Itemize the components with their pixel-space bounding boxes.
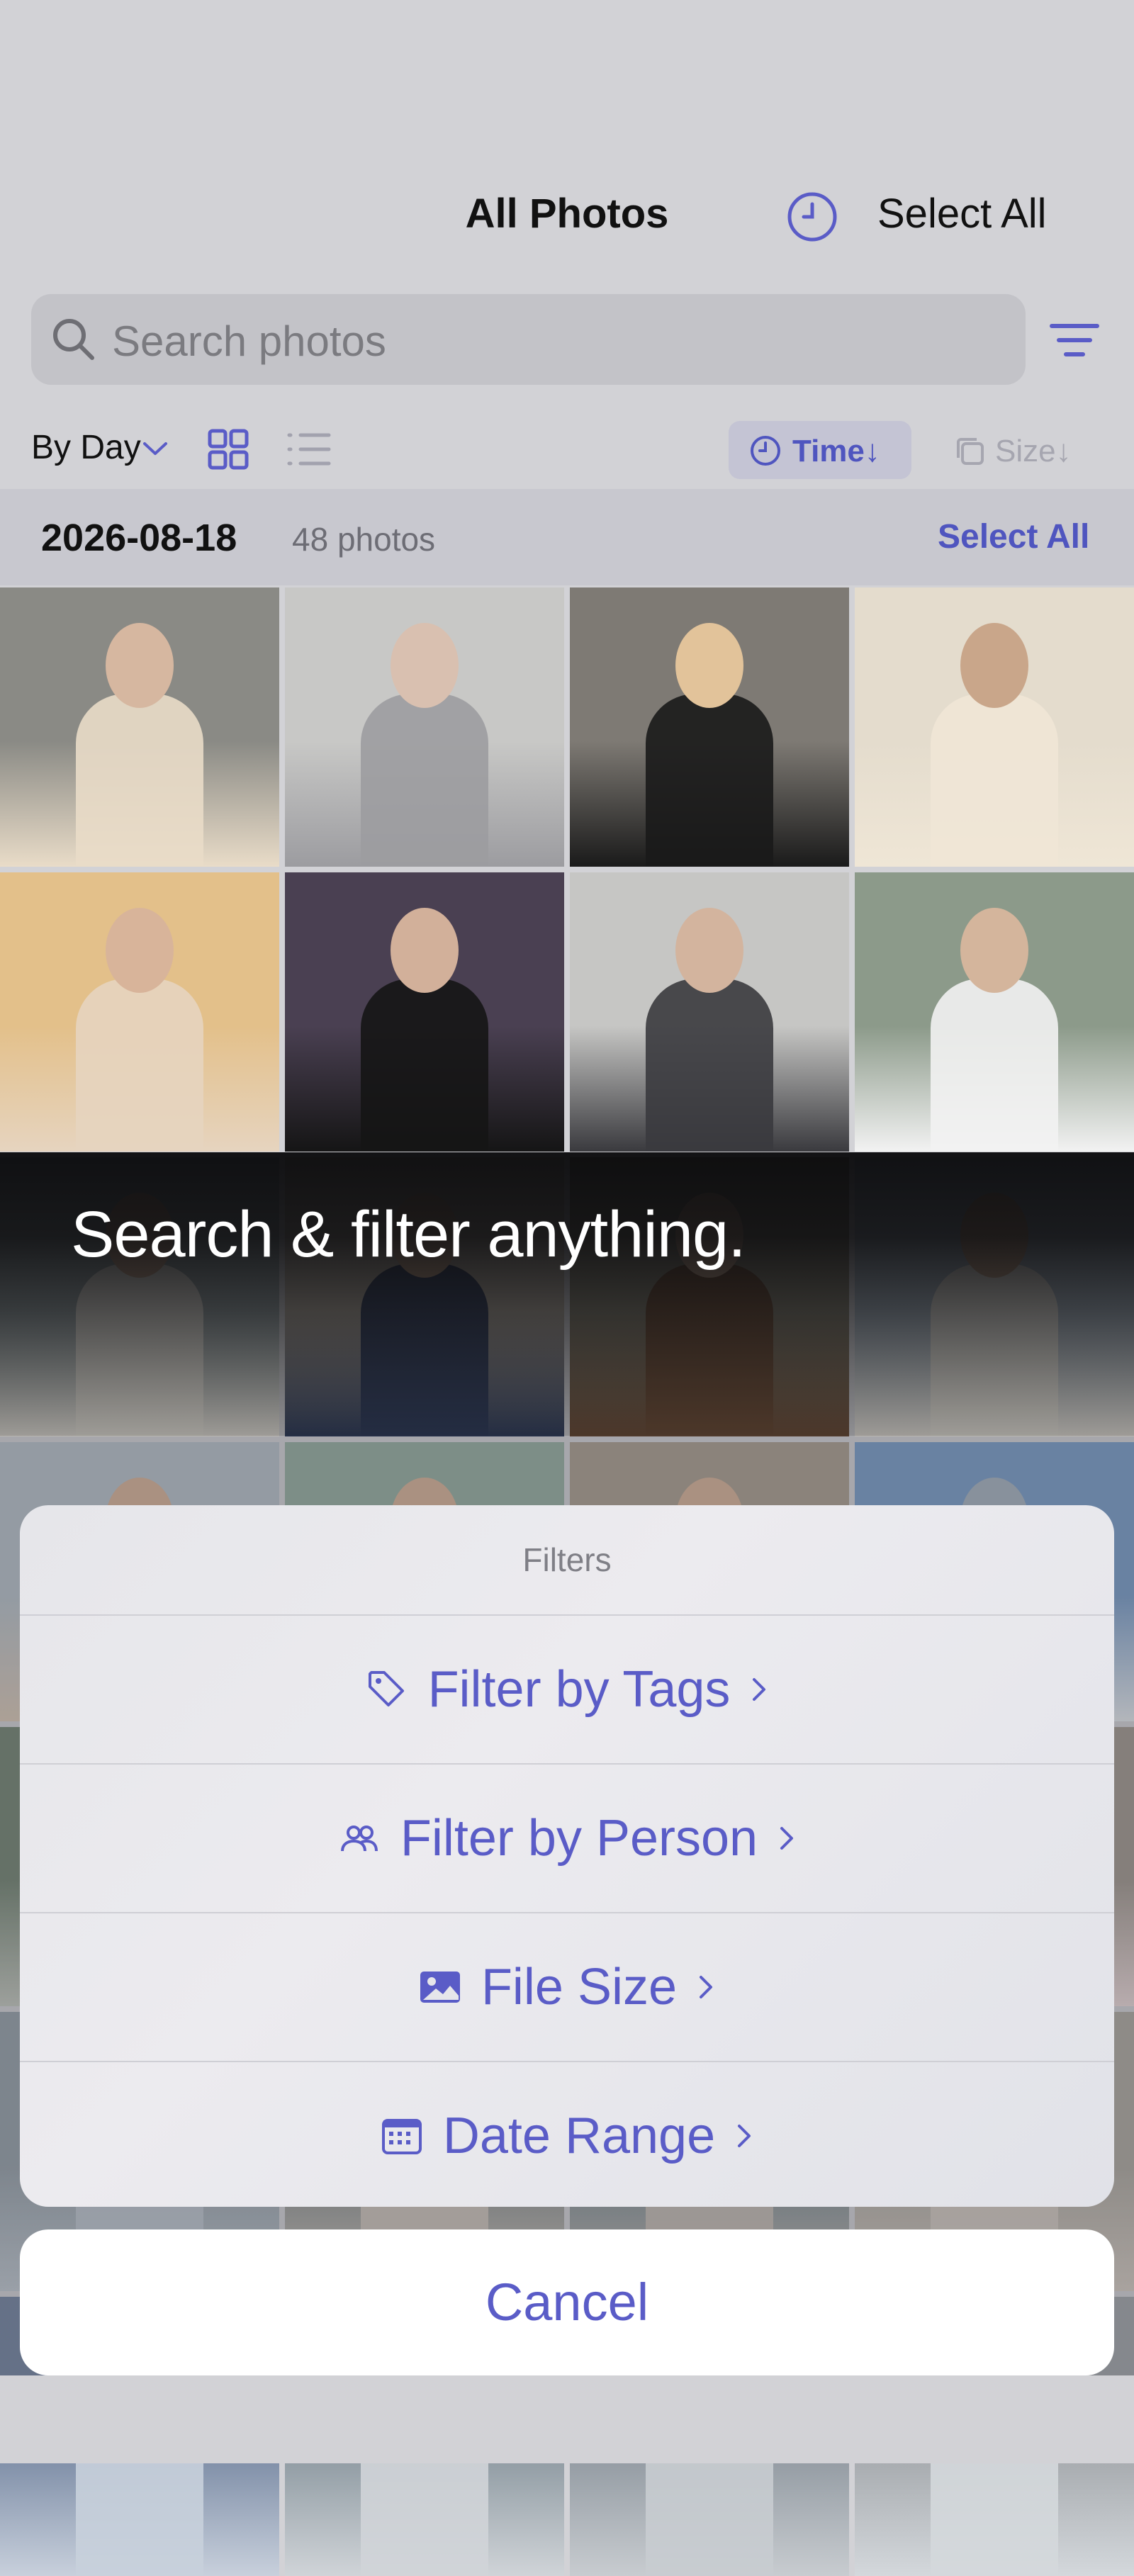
sort-time-label[interactable]: Time↓ [792,434,880,469]
photo-thumbnail[interactable] [855,587,1134,867]
photo-thumbnail[interactable] [285,587,564,867]
chevron-right-icon [695,1972,717,2003]
section-date: 2026-08-18 [41,517,237,559]
group-by-dropdown[interactable]: By Day [31,428,141,467]
filter-icon[interactable] [1048,317,1101,363]
sort-size-button[interactable]: Size↓ [995,434,1072,469]
file-size-label: File Size [481,1959,678,2015]
bottom-safe-area [0,2375,1134,2463]
image-icon [417,1964,463,2010]
clock-icon[interactable] [785,190,839,244]
calendar-icon [379,2113,425,2159]
list-view-icon[interactable] [285,427,333,472]
date-range-button[interactable]: Date Range [20,2061,1114,2207]
photo-thumbnail[interactable] [570,587,849,867]
filter-by-person-label: Filter by Person [400,1810,758,1867]
photo-thumbnail[interactable] [285,872,564,1152]
chevron-right-icon [748,1674,770,1705]
filter-by-tags-label: Filter by Tags [427,1661,731,1718]
chevron-right-icon [734,2120,755,2152]
photo-thumbnail[interactable] [570,872,849,1152]
file-size-button[interactable]: File Size [20,1912,1114,2061]
filter-by-person-button[interactable]: Filter by Person [20,1763,1114,1912]
section-select-all-button[interactable]: Select All [938,517,1089,556]
filter-by-tags-button[interactable]: Filter by Tags [20,1614,1114,1763]
select-all-button[interactable]: Select All [877,190,1047,237]
cancel-label[interactable]: Cancel [20,2229,1114,2375]
photo-thumbnail[interactable] [855,872,1134,1152]
date-range-label: Date Range [442,2108,716,2164]
photo-thumbnail[interactable] [0,587,279,867]
grid-view-icon[interactable] [206,427,251,472]
chevron-down-icon [140,438,170,459]
copy-icon [953,434,988,469]
photo-count: 48 photos [292,521,436,558]
filters-action-sheet: Filters Filter by Tags Filter by Person [20,1505,1114,2207]
clock-icon [748,434,782,468]
promo-overlay [0,1152,1134,1436]
search-placeholder[interactable]: Search photos [112,317,386,366]
people-icon [337,1816,382,1861]
chevron-right-icon [776,1823,797,1854]
promo-tagline: Search & filter anything. [71,1198,746,1271]
sheet-title: Filters [522,1541,612,1578]
tag-icon [364,1667,410,1712]
search-icon [47,313,101,366]
photo-thumbnail[interactable] [0,872,279,1152]
